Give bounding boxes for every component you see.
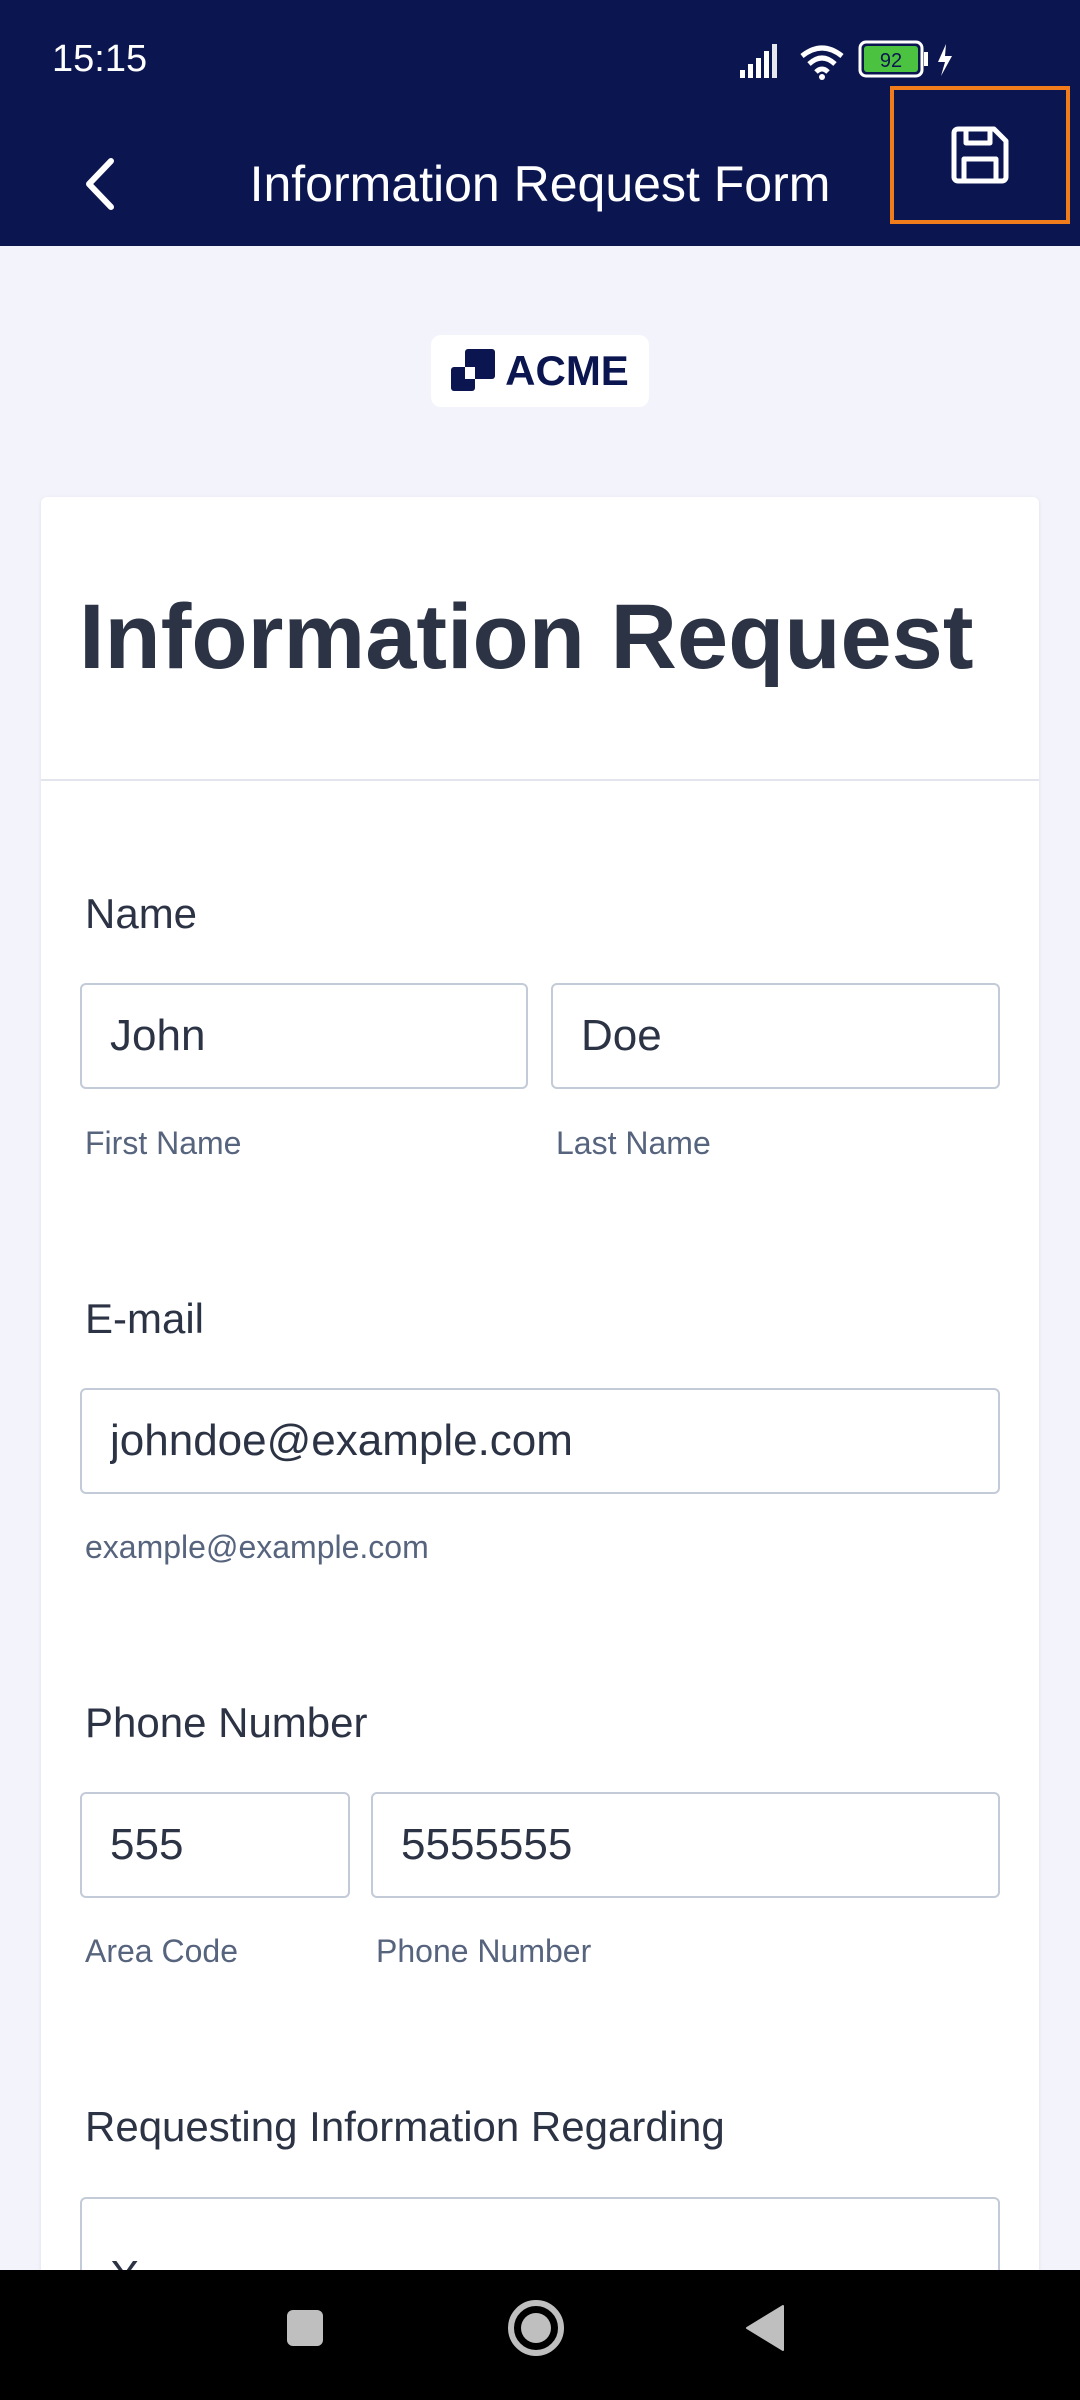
acme-logo: ACME [431,335,649,407]
name-label: Name [85,890,198,937]
battery-level: 92 [880,50,902,72]
email-field[interactable] [80,1388,1000,1494]
square-icon [287,2310,323,2346]
first-name-field[interactable] [80,983,528,1089]
back-nav-button[interactable] [730,2290,800,2366]
area-code-sublabel: Area Code [85,1933,238,1969]
app-bar: Information Request Form [0,86,1080,246]
triangle-back-icon [746,2305,784,2351]
status-icons: 92 [740,40,952,80]
form-title: Information Request [79,586,974,688]
signal-icon [740,44,777,78]
phone-number-field[interactable] [371,1792,1000,1898]
battery-icon: 92 [858,40,928,78]
phone-number-sublabel: Phone Number [376,1933,592,1969]
save-button[interactable] [890,86,1070,224]
back-button[interactable] [60,142,140,226]
last-name-sublabel: Last Name [556,1125,711,1161]
status-time: 15:15 [52,38,148,80]
form-card: Information Request Name First Name Last… [41,497,1039,2397]
wifi-icon [800,45,844,80]
recents-button[interactable] [270,2290,340,2366]
home-button[interactable] [496,2288,576,2368]
phone-label: Phone Number [85,1699,368,1746]
acme-logo-mark-icon [451,349,496,391]
email-label: E-mail [85,1295,205,1342]
charging-icon [938,44,952,76]
request-label: Requesting Information Regarding [85,2103,725,2150]
home-circle-icon [508,2300,564,2356]
navigation-bar [0,2270,1080,2400]
logo-text: ACME [505,347,629,394]
chevron-left-icon [86,158,114,210]
email-sublabel: example@example.com [85,1529,429,1565]
form-header: Information Request [41,497,1039,781]
first-name-sublabel: First Name [85,1125,242,1161]
save-icon [951,126,1009,184]
last-name-field[interactable] [551,983,1000,1089]
area-code-field[interactable] [80,1792,350,1898]
